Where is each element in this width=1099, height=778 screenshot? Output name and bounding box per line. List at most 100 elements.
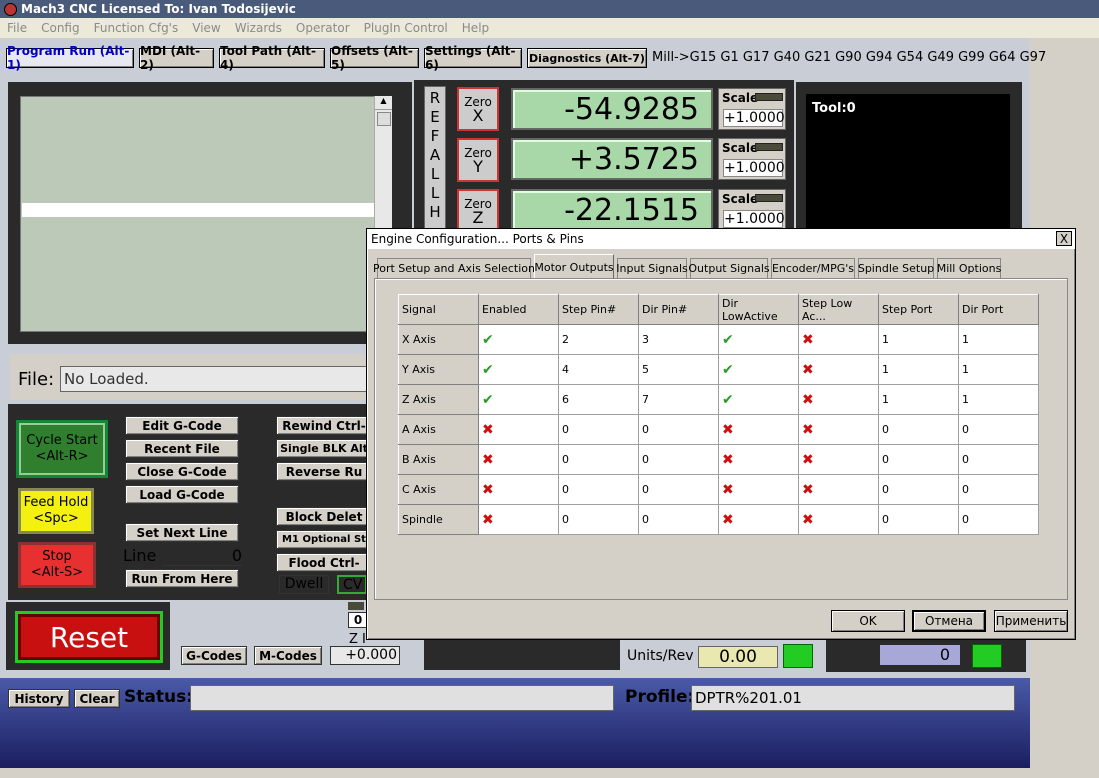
menu-view[interactable]: View	[185, 21, 227, 35]
x-icon[interactable]: ✖	[802, 452, 814, 468]
enabled-cell[interactable]: ✖	[478, 504, 559, 535]
x-icon[interactable]: ✖	[482, 452, 494, 468]
dro-z[interactable]: -22.1515	[511, 189, 713, 231]
x-icon[interactable]: ✖	[722, 482, 734, 498]
check-icon[interactable]: ✔	[482, 392, 494, 408]
step-port-cell[interactable]: 0	[878, 444, 959, 475]
step-low-active-cell[interactable]: ✖	[798, 324, 879, 355]
tab-offsets[interactable]: Offsets (Alt-5)	[330, 44, 419, 72]
step-port-cell[interactable]: 0	[878, 504, 959, 535]
dir-low-active-cell[interactable]: ✔	[718, 384, 799, 415]
ok-button[interactable]: OK	[831, 610, 905, 632]
scale-z-value[interactable]: +1.0000	[723, 210, 785, 228]
zero-x-button[interactable]: Zero X	[457, 87, 499, 131]
check-icon[interactable]: ✔	[482, 332, 494, 348]
dialog-close-icon[interactable]: X	[1056, 231, 1072, 246]
dir-low-active-cell[interactable]: ✖	[718, 444, 799, 475]
x-icon[interactable]: ✖	[802, 362, 814, 378]
recent-file-button[interactable]: Recent File	[125, 439, 239, 458]
step-pin-cell[interactable]: 0	[558, 474, 639, 505]
menu-plugin-control[interactable]: PlugIn Control	[357, 21, 455, 35]
x-icon[interactable]: ✖	[722, 512, 734, 528]
tab-tool-path[interactable]: Tool Path (Alt-4)	[219, 44, 325, 72]
dir-port-cell[interactable]: 0	[958, 474, 1039, 505]
load-gcode-button[interactable]: Load G-Code	[125, 485, 239, 504]
x-icon[interactable]: ✖	[802, 482, 814, 498]
step-port-cell[interactable]: 1	[878, 354, 959, 385]
dir-low-active-cell[interactable]: ✖	[718, 504, 799, 535]
step-pin-cell[interactable]: 0	[558, 504, 639, 535]
dir-pin-cell[interactable]: 0	[638, 414, 719, 445]
dir-pin-cell[interactable]: 0	[638, 444, 719, 475]
step-low-active-cell[interactable]: ✖	[798, 354, 879, 385]
x-icon[interactable]: ✖	[802, 392, 814, 408]
menu-file[interactable]: File	[0, 21, 34, 35]
step-port-cell[interactable]: 0	[878, 414, 959, 445]
reverse-run-button[interactable]: Reverse Ru	[276, 462, 372, 481]
enabled-cell[interactable]: ✖	[478, 474, 559, 505]
tab-mill-options[interactable]: Mill Options	[937, 258, 1001, 278]
rewind-button[interactable]: Rewind Ctrl-	[276, 416, 372, 435]
dro-x[interactable]: -54.9285	[511, 88, 713, 130]
step-low-active-cell[interactable]: ✖	[798, 384, 879, 415]
tab-mdi[interactable]: MDI (Alt-2)	[139, 44, 214, 72]
edit-gcode-button[interactable]: Edit G-Code	[125, 416, 239, 435]
step-port-cell[interactable]: 0	[878, 474, 959, 505]
mcodes-button[interactable]: M-Codes	[254, 646, 322, 665]
menu-config[interactable]: Config	[34, 21, 87, 35]
step-pin-cell[interactable]: 6	[558, 384, 639, 415]
block-delete-button[interactable]: Block Delet	[276, 507, 372, 526]
check-icon[interactable]: ✔	[722, 332, 734, 348]
dir-port-cell[interactable]: 1	[958, 354, 1039, 385]
step-pin-cell[interactable]: 0	[558, 414, 639, 445]
reset-button[interactable]: Reset	[18, 614, 160, 660]
check-icon[interactable]: ✔	[722, 392, 734, 408]
apply-button[interactable]: Применить	[994, 610, 1068, 632]
dir-pin-cell[interactable]: 5	[638, 354, 719, 385]
step-pin-cell[interactable]: 2	[558, 324, 639, 355]
x-icon[interactable]: ✖	[482, 512, 494, 528]
x-icon[interactable]: ✖	[802, 332, 814, 348]
close-gcode-button[interactable]: Close G-Code	[125, 462, 239, 481]
dir-pin-cell[interactable]: 7	[638, 384, 719, 415]
check-icon[interactable]: ✔	[722, 362, 734, 378]
step-low-active-cell[interactable]: ✖	[798, 474, 879, 505]
dir-port-cell[interactable]: 0	[958, 414, 1039, 445]
enabled-cell[interactable]: ✔	[478, 354, 559, 385]
tab-motor-outputs[interactable]: Motor Outputs	[534, 254, 614, 279]
enabled-cell[interactable]: ✔	[478, 324, 559, 355]
flood-button[interactable]: Flood Ctrl-	[276, 553, 372, 572]
stop-button[interactable]: Stop <Alt-S>	[18, 542, 96, 588]
enabled-cell[interactable]: ✔	[478, 384, 559, 415]
step-port-cell[interactable]: 1	[878, 324, 959, 355]
run-from-here-button[interactable]: Run From Here	[125, 569, 239, 588]
gcodes-button[interactable]: G-Codes	[181, 646, 247, 665]
dir-low-active-cell[interactable]: ✔	[718, 354, 799, 385]
check-icon[interactable]: ✔	[482, 362, 494, 378]
scale-y-value[interactable]: +1.0000	[723, 159, 785, 177]
single-block-button[interactable]: Single BLK Alt	[276, 439, 372, 458]
dro-y[interactable]: +3.5725	[511, 138, 713, 180]
step-low-active-cell[interactable]: ✖	[798, 504, 879, 535]
spindle-value[interactable]: 0	[880, 645, 960, 665]
menu-wizards[interactable]: Wizards	[228, 21, 289, 35]
m1-optional-stop-button[interactable]: M1 Optional St	[276, 530, 372, 549]
enabled-cell[interactable]: ✖	[478, 444, 559, 475]
step-low-active-cell[interactable]: ✖	[798, 444, 879, 475]
tab-spindle-setup[interactable]: Spindle Setup	[858, 258, 934, 278]
dir-low-active-cell[interactable]: ✖	[718, 474, 799, 505]
tab-diagnostics[interactable]: Diagnostics (Alt-7)	[527, 48, 647, 68]
menu-function-cfgs[interactable]: Function Cfg's	[87, 21, 186, 35]
tab-settings[interactable]: Settings (Alt-6)	[424, 44, 522, 72]
units-rev-value[interactable]: 0.00	[698, 646, 778, 668]
dir-pin-cell[interactable]: 0	[638, 474, 719, 505]
feed-hold-button[interactable]: Feed Hold <Spc>	[18, 488, 94, 534]
enabled-cell[interactable]: ✖	[478, 414, 559, 445]
step-pin-cell[interactable]: 4	[558, 354, 639, 385]
line-number-field[interactable]: 0	[162, 546, 242, 566]
x-icon[interactable]: ✖	[722, 422, 734, 438]
tab-encoder-mpg[interactable]: Encoder/MPG's	[771, 258, 855, 278]
cycle-start-button[interactable]: Cycle Start <Alt-R>	[16, 420, 108, 478]
tab-program-run[interactable]: Program Run (Alt-1)	[6, 44, 134, 72]
step-port-cell[interactable]: 1	[878, 384, 959, 415]
